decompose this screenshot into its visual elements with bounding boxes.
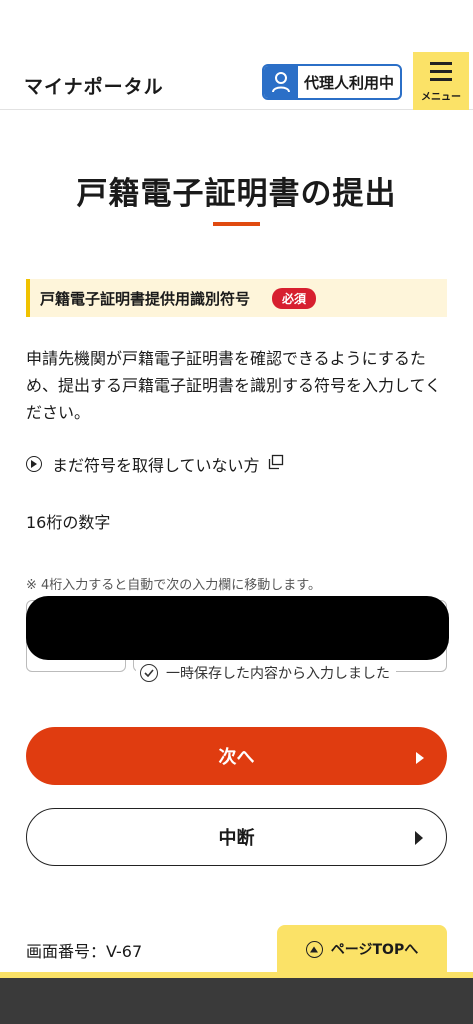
- menu-button[interactable]: メニュー: [413, 52, 469, 110]
- proxy-user-button[interactable]: 代理人利用中: [262, 64, 402, 100]
- check-circle-icon: [140, 664, 158, 682]
- proxy-user-label: 代理人利用中: [303, 73, 394, 92]
- triangle-right-icon: [415, 748, 425, 769]
- redaction-mask: [26, 596, 449, 660]
- app-page: マイナポータル 代理人利用中 メニュー 戸籍電子証明書の提出 戸籍電子証明書提供…: [0, 0, 473, 1024]
- field-label: 16桁の数字: [26, 513, 111, 532]
- play-circle-icon: [26, 456, 42, 472]
- screen-number: 画面番号：V-67: [26, 942, 143, 961]
- page-top-button[interactable]: ページTOPへ: [277, 925, 447, 973]
- footer-bar: [0, 972, 473, 1024]
- section-title: 戸籍電子証明書提供用識別符号: [40, 289, 251, 308]
- title-underline: [213, 222, 260, 226]
- external-window-icon: [268, 454, 284, 474]
- app-title: マイナポータル: [24, 76, 164, 98]
- section-description: 申請先機関が戸籍電子証明書を確認できるようにするため、提出する戸籍電子証明書を識…: [26, 349, 442, 422]
- menu-label: メニュー: [421, 92, 461, 103]
- next-button-label: 次へ: [218, 747, 255, 768]
- no-code-help-link[interactable]: まだ符号を取得していない方: [26, 452, 284, 476]
- section-header: 戸籍電子証明書提供用識別符号 必須: [26, 279, 447, 317]
- restored-note-label: 一時保存した内容から入力しました: [166, 666, 390, 682]
- stop-button-label: 中断: [218, 828, 255, 849]
- required-badge: 必須: [272, 287, 317, 309]
- auto-advance-note: ※ 4桁入力すると自動で次の入力欄に移動します。: [26, 578, 321, 593]
- page-top-label: ページTOPへ: [330, 942, 419, 958]
- triangle-right-icon: [414, 829, 424, 850]
- hamburger-icon: [430, 62, 452, 86]
- stop-button[interactable]: 中断: [26, 808, 447, 866]
- page-title: 戸籍電子証明書の提出: [76, 176, 397, 212]
- help-link-label: まだ符号を取得していない方: [52, 456, 260, 475]
- restored-note: 一時保存した内容から入力しました: [136, 660, 396, 686]
- person-icon: [264, 66, 298, 98]
- header: マイナポータル 代理人利用中 メニュー: [0, 0, 473, 110]
- next-button[interactable]: 次へ: [26, 727, 447, 785]
- arrow-up-circle-icon: [305, 940, 323, 958]
